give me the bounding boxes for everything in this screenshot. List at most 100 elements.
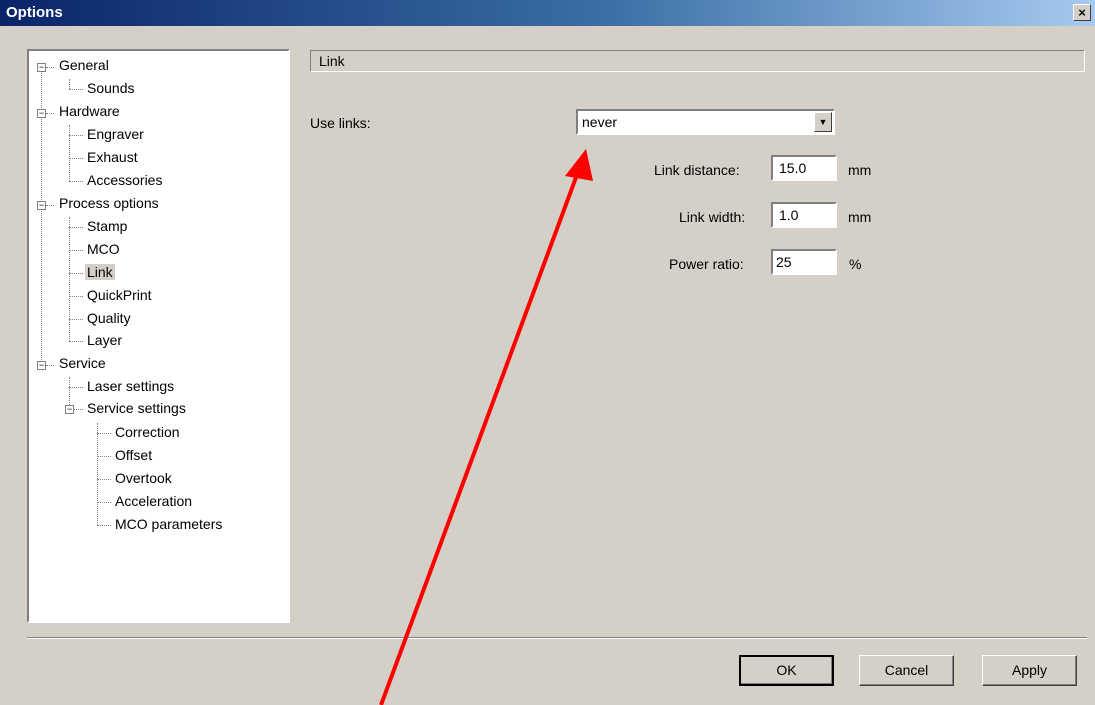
tree-connector <box>69 217 70 341</box>
tree-item-label: Acceleration <box>115 493 193 509</box>
tree-item-label: Quality <box>87 310 131 326</box>
section-header: Link <box>310 50 1085 72</box>
tree-connector <box>97 525 111 526</box>
tree-connector <box>69 273 83 274</box>
tree-item-stamp[interactable]: Stamp <box>85 218 129 234</box>
tree-connector <box>69 341 83 342</box>
link-distance-field[interactable]: 15.0 <box>771 155 837 181</box>
tree-connector <box>97 502 111 503</box>
link-width-label: Link width: <box>679 209 746 225</box>
tree-item-label: Process options <box>59 195 159 211</box>
tree-connector <box>69 181 83 182</box>
tree-item-label: Sounds <box>87 80 135 96</box>
tree-item-label: Overtook <box>115 470 172 486</box>
tree-item-label: Hardware <box>59 103 120 119</box>
tree-item-service-settings[interactable]: Service settings <box>85 400 188 416</box>
tree-item-layer[interactable]: Layer <box>85 332 124 348</box>
tree-item-label: Laser settings <box>87 378 175 394</box>
link-distance-unit: mm <box>848 162 872 178</box>
collapse-toggle-service-settings[interactable]: − <box>65 405 74 414</box>
collapse-toggle-hardware[interactable]: − <box>37 109 46 118</box>
ok-button[interactable]: OK <box>739 655 834 686</box>
annotation-arrow-line <box>379 171 580 705</box>
tree-item-offset[interactable]: Offset <box>113 447 154 463</box>
tree-item-laser-settings[interactable]: Laser settings <box>85 378 176 394</box>
annotation-arrow-head <box>565 149 593 181</box>
apply-button[interactable]: Apply <box>982 655 1077 686</box>
tree-item-general[interactable]: General <box>57 57 111 73</box>
tree-item-label: Engraver <box>87 126 144 142</box>
link-distance-value: 15.0 <box>779 160 807 176</box>
tree-item-label: General <box>59 57 109 73</box>
tree-item-correction[interactable]: Correction <box>113 424 182 440</box>
tree-item-acceleration[interactable]: Acceleration <box>113 493 194 509</box>
tree-item-label: Offset <box>115 447 153 463</box>
tree-item-mco-parameters[interactable]: MCO parameters <box>113 516 224 532</box>
tree-item-accessories[interactable]: Accessories <box>85 172 164 188</box>
tree-item-quality[interactable]: Quality <box>85 310 133 326</box>
collapse-toggle-service[interactable]: − <box>37 361 46 370</box>
link-distance-label: Link distance: <box>654 162 740 178</box>
tree-item-label: Service settings <box>87 400 186 416</box>
tree-item-engraver[interactable]: Engraver <box>85 126 146 142</box>
power-ratio-label: Power ratio: <box>669 256 744 272</box>
tree-connector <box>69 125 70 181</box>
tree-connector <box>69 319 83 320</box>
tree-connector <box>69 89 83 90</box>
tree-connector <box>69 135 83 136</box>
link-width-field[interactable]: 1.0 <box>771 202 837 228</box>
tree-item-label: Accessories <box>87 172 163 188</box>
close-button[interactable]: × <box>1073 4 1091 21</box>
tree-item-sounds[interactable]: Sounds <box>85 80 136 96</box>
link-width-unit: mm <box>848 209 872 225</box>
use-links-value: never <box>582 114 618 130</box>
tree-connector <box>46 67 54 68</box>
power-ratio-unit: % <box>849 256 862 272</box>
chevron-down-icon[interactable]: ▼ <box>814 112 832 132</box>
window-title: Options <box>6 4 63 21</box>
tree-item-label: MCO parameters <box>115 516 223 532</box>
section-title: Link <box>319 53 345 69</box>
tree-item-service[interactable]: Service <box>57 355 108 371</box>
tree-connector <box>97 456 111 457</box>
power-ratio-field[interactable]: 25 <box>771 249 837 275</box>
tree-connector <box>69 158 83 159</box>
tree-item-process-options[interactable]: Process options <box>57 195 161 211</box>
tree-item-label: Correction <box>115 424 180 440</box>
power-ratio-value: 25 <box>776 254 792 270</box>
footer-divider <box>27 637 1087 639</box>
tree-item-quickprint[interactable]: QuickPrint <box>85 287 154 303</box>
use-links-label: Use links: <box>310 115 371 131</box>
tree-item-hardware[interactable]: Hardware <box>57 103 122 119</box>
tree-item-exhaust[interactable]: Exhaust <box>85 149 140 165</box>
tree-item-label: Service <box>59 355 106 371</box>
tree-connector <box>97 423 98 525</box>
cancel-button[interactable]: Cancel <box>859 655 954 686</box>
tree-item-label: Exhaust <box>87 149 138 165</box>
collapse-toggle-general[interactable]: − <box>37 63 46 72</box>
use-links-dropdown[interactable]: never ▼ <box>576 109 835 135</box>
tree-item-mco[interactable]: MCO <box>85 241 122 257</box>
title-bar: Options × <box>0 0 1095 26</box>
tree-item-label: Link <box>85 264 115 280</box>
collapse-toggle-process-options[interactable]: − <box>37 201 46 210</box>
tree-item-label: QuickPrint <box>87 287 152 303</box>
tree-connector <box>69 387 83 388</box>
options-tree[interactable]: − General Sounds − Hardware Engraver Exh… <box>27 49 290 623</box>
tree-item-label: Layer <box>87 332 123 348</box>
tree-item-label: MCO <box>87 241 120 257</box>
tree-connector <box>69 79 70 89</box>
tree-connector <box>97 433 111 434</box>
tree-connector <box>74 409 83 410</box>
tree-item-overtook[interactable]: Overtook <box>113 470 174 486</box>
tree-connector <box>46 113 54 114</box>
tree-connector <box>69 296 83 297</box>
tree-connector <box>69 250 83 251</box>
tree-connector <box>46 205 54 206</box>
tree-connector <box>46 365 54 366</box>
tree-item-label: Stamp <box>87 218 128 234</box>
link-width-value: 1.0 <box>779 207 799 223</box>
tree-connector <box>97 479 111 480</box>
tree-item-link[interactable]: Link <box>85 264 115 280</box>
tree-connector <box>69 227 83 228</box>
